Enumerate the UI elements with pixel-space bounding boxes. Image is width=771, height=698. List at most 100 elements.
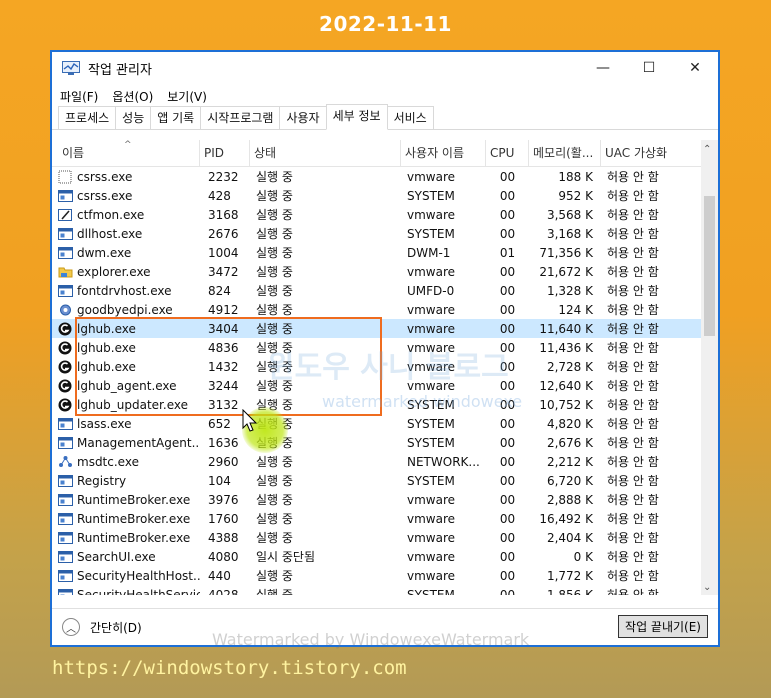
table-row[interactable]: ctfmon.exe 3168 실행 중 vmware 00 3,568 K 허용 안 함 — [52, 205, 718, 224]
cell-status: 실행 중 — [256, 246, 293, 260]
table-row[interactable]: Registry 104 실행 중 SYSTEM 00 6,720 K 허용 안 함 — [52, 471, 718, 490]
menu-options[interactable]: 옵션(O) — [112, 88, 153, 105]
table-header: ^ 이름 PID 상태 사용자 이름 CPU 메모리(활... UAC 가상화 — [52, 140, 718, 167]
table-row[interactable]: SecurityHealthServic... 4028 실행 중 SYSTEM 00 1… — [52, 585, 718, 595]
cell-uac: 허용 안 함 — [607, 227, 659, 241]
cell-uac: 허용 안 함 — [607, 265, 659, 279]
logitech-icon — [58, 379, 73, 393]
cell-status: 실행 중 — [256, 265, 293, 279]
table-row[interactable]: SecurityHealthHost.... 440 실행 중 vmware 00 1,7… — [52, 566, 718, 585]
tab-app-history[interactable]: 앱 기록 — [150, 106, 202, 129]
col-header-uac[interactable]: UAC 가상화 — [601, 140, 701, 166]
cell-memory: 2,212 K — [546, 454, 593, 469]
col-header-pid[interactable]: PID — [200, 140, 250, 166]
table-row[interactable]: lsass.exe652실행 중SYSTEM004,820 K허용 안 함 — [52, 414, 718, 433]
maximize-button[interactable]: ☐ — [626, 52, 672, 84]
cell-memory: 2,676 K — [546, 435, 593, 450]
table-row[interactable]: SearchUI.exe 4080 일시 중단됨 vmware 00 0 K 허용 안 함 — [52, 547, 718, 566]
cell-memory: 952 K — [558, 188, 593, 203]
col-header-status[interactable]: 상태 — [250, 140, 401, 166]
app-window-icon — [58, 493, 73, 507]
logitech-icon — [58, 398, 73, 412]
process-name: Registry — [77, 473, 127, 488]
table-row[interactable]: csrss.exe 428 실행 중 SYSTEM 00 952 K 허용 안 함 — [52, 186, 718, 205]
cell-cpu: 00 — [499, 321, 516, 336]
cell-user: UMFD-0 — [407, 283, 455, 298]
scroll-up-icon[interactable]: ⌃ — [703, 144, 711, 155]
cell-uac: 허용 안 함 — [607, 493, 659, 507]
cell-memory: 3,168 K — [546, 226, 593, 241]
cell-status: 실행 중 — [256, 512, 293, 526]
cell-cpu: 00 — [499, 264, 516, 279]
minimize-button[interactable]: — — [580, 52, 626, 84]
cell-memory: 1,772 K — [546, 568, 593, 583]
app-window-icon — [58, 227, 73, 241]
cell-user: SYSTEM — [407, 188, 455, 203]
menu-view[interactable]: 보기(V) — [167, 88, 207, 105]
cell-name: SecurityHealthServic... — [52, 588, 200, 595]
cell-pid: 1760 — [208, 511, 239, 526]
tab-startup[interactable]: 시작프로그램 — [200, 106, 281, 129]
cell-uac: 허용 안 함 — [607, 550, 659, 564]
logitech-icon — [58, 341, 73, 355]
window-title: 작업 관리자 — [88, 62, 152, 78]
cell-memory: 3,568 K — [546, 207, 593, 222]
table-row[interactable]: fontdrvhost.exe 824 실행 중 UMFD-0 00 1,328 K 허용 … — [52, 281, 718, 300]
cell-name: msdtc.exe — [52, 455, 200, 469]
end-task-button[interactable]: 작업 끝내기(E) — [618, 615, 708, 638]
tab-users[interactable]: 사용자 — [279, 106, 327, 129]
col-header-user[interactable]: 사용자 이름 — [401, 140, 486, 166]
cell-pid: 824 — [208, 283, 231, 298]
process-name: fontdrvhost.exe — [77, 283, 172, 298]
tab-details[interactable]: 세부 정보 — [325, 104, 388, 130]
watermark-middle: watermarked windowexe — [322, 392, 523, 411]
cell-cpu: 00 — [499, 283, 516, 298]
table-row[interactable]: explorer.exe 3472 실행 중 vmware 00 21,672 K 허용 안… — [52, 262, 718, 281]
cell-uac: 허용 안 함 — [607, 474, 659, 488]
cell-uac: 허용 안 함 — [607, 569, 659, 583]
cell-cpu: 00 — [499, 207, 516, 222]
process-name: SearchUI.exe — [77, 549, 156, 564]
logitech-icon — [58, 360, 73, 374]
table-row[interactable]: RuntimeBroker.exe 3976 실행 중 vmware 00 2,888 K… — [52, 490, 718, 509]
title-bar[interactable]: 작업 관리자 — ☐ ✕ — [52, 52, 718, 85]
table-row[interactable]: dllhost.exe 2676 실행 중 SYSTEM 00 3,168 K 허용 안 함 — [52, 224, 718, 243]
table-row[interactable]: msdtc.exe 2960 실행 중 NETWORK... 00 2,212 K 허용 안… — [52, 452, 718, 471]
cell-cpu: 00 — [499, 530, 516, 545]
table-row[interactable]: RuntimeBroker.exe 4388 실행 중 vmware 00 2,404 K… — [52, 528, 718, 547]
table-row[interactable]: RuntimeBroker.exe 1760 실행 중 vmware 00 16,492 … — [52, 509, 718, 528]
cell-status: 실행 중 — [256, 455, 293, 469]
cell-pid: 104 — [208, 473, 231, 488]
menu-file[interactable]: 파일(F) — [60, 88, 98, 105]
table-row[interactable]: dwm.exe 1004 실행 중 DWM-1 01 71,356 K 허용 안 함 — [52, 243, 718, 262]
table-row[interactable]: csrss.exe 2232 실행 중 vmware 00 188 K 허용 안 함 — [52, 167, 718, 186]
process-name: goodbyedpi.exe — [77, 302, 173, 317]
vertical-scrollbar[interactable]: ⌃ ⌄ — [701, 140, 718, 595]
cell-pid: 428 — [208, 188, 231, 203]
cell-memory: 21,672 K — [539, 264, 593, 279]
fewer-details-button[interactable]: ︿ 간단히(D) — [62, 618, 142, 636]
cell-user: vmware — [407, 169, 456, 184]
app-window-icon — [58, 569, 73, 583]
scroll-thumb[interactable] — [704, 196, 715, 336]
col-header-memory[interactable]: 메모리(활... — [529, 140, 601, 166]
col-header-cpu[interactable]: CPU — [486, 140, 529, 166]
close-button[interactable]: ✕ — [672, 52, 718, 84]
cell-cpu: 00 — [499, 302, 516, 317]
cell-user: SYSTEM — [407, 416, 455, 431]
cell-status: 실행 중 — [256, 531, 293, 545]
cell-status: 실행 중 — [256, 284, 293, 298]
blog-url: https://windowstory.tistory.com — [52, 657, 407, 679]
process-name: RuntimeBroker.exe — [77, 492, 191, 507]
cell-user: vmware — [407, 492, 456, 507]
cell-uac: 허용 안 함 — [607, 303, 659, 317]
cell-uac: 허용 안 함 — [607, 512, 659, 526]
cell-memory: 71,356 K — [539, 245, 593, 260]
tab-performance[interactable]: 성능 — [115, 106, 152, 129]
cell-memory: 1,328 K — [546, 283, 593, 298]
tab-processes[interactable]: 프로세스 — [58, 106, 117, 129]
scroll-down-icon[interactable]: ⌄ — [703, 582, 711, 593]
table-row[interactable]: ManagementAgent...1636실행 중SYSTEM002,676 … — [52, 433, 718, 452]
tab-services[interactable]: 서비스 — [386, 106, 434, 129]
cell-cpu: 00 — [499, 549, 516, 564]
